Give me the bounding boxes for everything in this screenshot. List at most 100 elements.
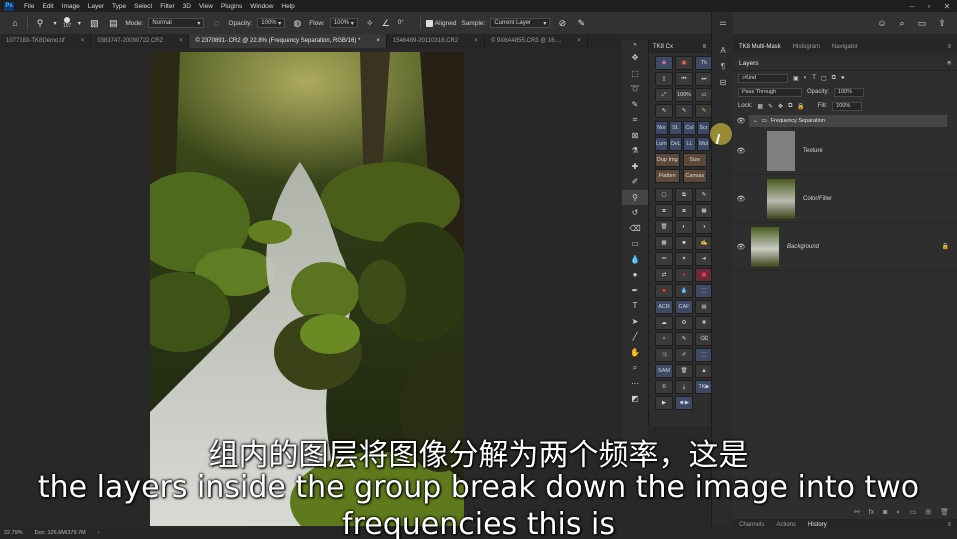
layer-group-row[interactable]: 👁 ⌄ ▭ Frequency Separation [733,115,957,127]
maximize-icon[interactable]: ▫ [921,0,937,12]
chevron-down-icon[interactable]: ▾ [76,16,82,30]
tab-doc-4[interactable]: 1546489-20110316.CR2 × [387,34,485,48]
ignore-adjustment-icon[interactable]: ⊘ [555,16,569,30]
more-tools-icon[interactable]: ⋯ [622,376,648,392]
search-icon[interactable]: ⌕ [895,16,909,30]
cx-delete-button[interactable]: 🗑 [675,364,693,378]
filter-pixel-icon[interactable]: ▣ [793,75,799,82]
close-icon[interactable]: × [474,38,478,44]
gradient-tool-icon[interactable]: ▭ [622,236,648,252]
menu-layer[interactable]: Layer [84,3,108,10]
eye-icon[interactable]: 👁 [733,195,749,203]
cx-new-doc-button[interactable]: ▯ [655,72,673,86]
tab-tk8-multimask[interactable]: TK8 Multi-Mask [733,44,787,50]
pen-tool-icon[interactable]: ✒ [622,283,648,299]
cx-ps-button[interactable]: ⚙ [675,316,693,330]
tab-doc-active[interactable]: © 2370891-.CR2 @ 22.8% (Frequency Separa… [189,34,387,48]
cx-fit-button[interactable]: ⤢ [655,88,673,102]
line-tool-icon[interactable]: ╱ [622,329,648,345]
layer-row-texture[interactable]: 👁 Texture [733,127,957,175]
panel-menu-icon[interactable]: ≡ [702,44,706,50]
blur-tool-icon[interactable]: 💧 [622,252,648,268]
pressure-size-icon[interactable]: ✎ [574,16,588,30]
share-icon[interactable]: ⇪ [935,16,949,30]
clone-source-icon[interactable]: ▤ [106,16,120,30]
kind-filter-select[interactable]: ⌕ Kind [738,73,788,83]
lock-all-icon[interactable]: 🔒 [797,103,804,110]
cx-refine-button[interactable]: ✦ [675,252,693,266]
cx-download-button[interactable]: ⤓ [675,380,693,394]
menu-select[interactable]: Select [130,3,156,10]
collapse-icon[interactable]: » [622,40,648,50]
cx-cloud-button[interactable]: ☁ [655,316,673,330]
eye-icon[interactable]: 👁 [733,147,749,155]
cx-apply-mask-button[interactable]: ▩ [655,236,673,250]
eye-icon[interactable]: 👁 [733,117,749,125]
menu-edit[interactable]: Edit [38,3,57,10]
lock-icon[interactable]: 🔒 [942,243,949,250]
menu-3d[interactable]: 3D [179,3,195,10]
close-icon[interactable]: ✕ [939,0,955,12]
cx-user-play-button[interactable]: ☻▶ [675,396,693,410]
move-tool-icon[interactable]: ✥ [622,50,648,66]
chevron-down-icon[interactable]: ▾ [52,16,58,30]
tab-doc-2[interactable]: 0383747-20090722.CR2 × [91,34,190,48]
tab-doc-1[interactable]: 1077183-TK8Demo.tif × [0,34,92,48]
home-icon[interactable]: ⌂ [8,16,22,30]
minimize-icon[interactable]: – [904,0,920,12]
opacity-input[interactable]: 100% ▾ [257,18,286,28]
flow-input[interactable]: 100% ▾ [329,18,358,28]
cx-black-mask-button[interactable]: ■ [675,236,693,250]
cx-layer-button[interactable]: ▢ [655,188,673,202]
lock-paint-icon[interactable]: ✎ [768,103,773,110]
aligned-checkbox[interactable]: Aligned [425,19,456,27]
cx-swap-button[interactable]: ⇄ [655,268,673,282]
cx-blend-luminosity-button[interactable]: Lum [655,137,668,151]
libraries-icon[interactable]: ⊟ [712,74,734,90]
cx-shuffle-button[interactable]: ⤨ [655,348,673,362]
cx-trash-button[interactable]: 🗑 [655,220,673,234]
lock-artboard-icon[interactable]: ⧉ [788,103,792,110]
chevron-down-icon[interactable]: ⌄ [753,118,758,124]
cx-size-button[interactable]: Size [682,153,707,167]
color-swatches-icon[interactable]: ◩ [622,391,648,407]
share-user-icon[interactable]: ☺ [875,16,889,30]
cx-drop-button[interactable]: 💧 [675,284,693,298]
cx-prev-button[interactable]: ⏮ [675,72,693,86]
airbrush-icon[interactable]: ✧ [363,16,377,30]
lasso-tool-icon[interactable]: ➰ [622,81,648,97]
properties-icon[interactable]: ⚌ [712,14,734,30]
cx-blend-color-button[interactable]: Col [683,121,696,135]
cx-blend-overlay-button[interactable]: OvL [669,137,682,151]
cx-wand-button[interactable]: ✧ [655,332,673,346]
menu-image[interactable]: Image [58,3,84,10]
filter-toggle-icon[interactable]: ● [841,75,845,81]
dodge-tool-icon[interactable]: ● [622,267,648,283]
fill-input[interactable]: 100% [832,101,863,111]
cx-spot-button[interactable]: ✎ [675,332,693,346]
tab-navigator[interactable]: Navigator [826,44,864,50]
cx-play-button[interactable]: ▶ [655,396,673,410]
layer-row-background[interactable]: 👁 Background 🔒 [733,223,957,271]
close-icon[interactable]: × [577,38,581,44]
cx-color-wheel-button[interactable]: ◉ [655,56,673,70]
panel-menu-icon[interactable]: ≡ [947,60,951,67]
lock-position-icon[interactable]: ✥ [778,103,783,110]
cx-caf-button[interactable]: CAF [675,300,693,314]
cx-blend-normal-button[interactable]: Nor [655,121,668,135]
layer-row-color-filler[interactable]: 👁 Color/Filler [733,175,957,223]
cx-mask-hide-button[interactable]: ◐ [675,220,693,234]
panel-menu-icon[interactable]: ≡ [947,44,957,50]
eraser-tool-icon[interactable]: ⌫ [622,221,648,237]
workspace-icon[interactable]: ▭ [915,16,929,30]
angle-input[interactable]: 0° [395,18,415,28]
crop-tool-icon[interactable]: ⌗ [622,112,648,128]
pressure-icon[interactable]: ◍ [290,16,304,30]
menu-filter[interactable]: Filter [156,3,178,10]
cx-brush-white-button[interactable]: ✎ [675,104,693,118]
cx-blend-multiply-button[interactable]: Mul [697,137,710,151]
menu-help[interactable]: Help [277,3,298,10]
layer-opacity-input[interactable]: 100% [834,87,865,97]
filter-adjustment-icon[interactable]: ◐ [804,75,808,81]
quick-select-tool-icon[interactable]: ✎ [622,97,648,113]
